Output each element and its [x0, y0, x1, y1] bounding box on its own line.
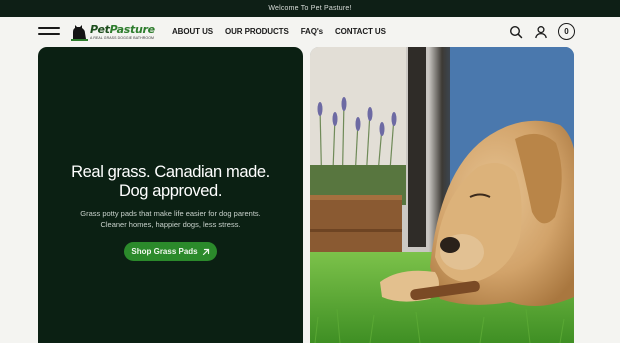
brand-name-part2: Pasture — [109, 23, 156, 36]
brand-logo[interactable]: PetPasture A REAL GRASS DOGGIE BATHROOM — [71, 22, 155, 42]
menu-icon[interactable] — [38, 27, 60, 37]
dog-on-grass-photo — [310, 47, 574, 343]
nav-faqs[interactable]: FAQ's — [301, 27, 323, 36]
cta-label: Shop Grass Pads — [131, 247, 198, 256]
hero-image — [310, 47, 574, 343]
account-icon[interactable] — [534, 25, 548, 39]
cart-icon[interactable]: 0 — [558, 23, 575, 40]
cart-count: 0 — [564, 27, 569, 36]
nav-contact-us[interactable]: CONTACT US — [335, 27, 386, 36]
nav-about-us[interactable]: ABOUT US — [172, 27, 213, 36]
nav-our-products[interactable]: OUR PRODUCTS — [225, 27, 289, 36]
site-header: PetPasture A REAL GRASS DOGGIE BATHROOM … — [0, 17, 620, 47]
search-icon[interactable] — [509, 25, 523, 39]
announcement-bar: Welcome To Pet Pasture! — [0, 0, 620, 17]
hero-subtext-line2: Cleaner homes, happier dogs, less stress… — [100, 220, 241, 229]
hero-subtext: Grass potty pads that make life easier f… — [38, 208, 303, 230]
logo-dog-icon — [71, 25, 88, 41]
hero-headline-line1: Real grass. Canadian made. — [71, 163, 270, 181]
brand-tagline: A REAL GRASS DOGGIE BATHROOM — [90, 36, 155, 40]
arrow-up-right-icon — [202, 248, 209, 255]
announcement-text: Welcome To Pet Pasture! — [268, 5, 352, 12]
main-menu: ABOUT US OUR PRODUCTS FAQ's CONTACT US — [172, 27, 398, 36]
hero-panel: Real grass. Canadian made. Dog approved.… — [38, 47, 303, 343]
hero-subtext-line1: Grass potty pads that make life easier f… — [80, 209, 261, 218]
hero-headline-line2: Dog approved. — [118, 182, 223, 200]
brand-name-part1: Pet — [90, 23, 110, 36]
hero-headline: Real grass. Canadian made. Dog approved. — [38, 163, 303, 201]
shop-grass-pads-button[interactable]: Shop Grass Pads — [124, 242, 217, 261]
